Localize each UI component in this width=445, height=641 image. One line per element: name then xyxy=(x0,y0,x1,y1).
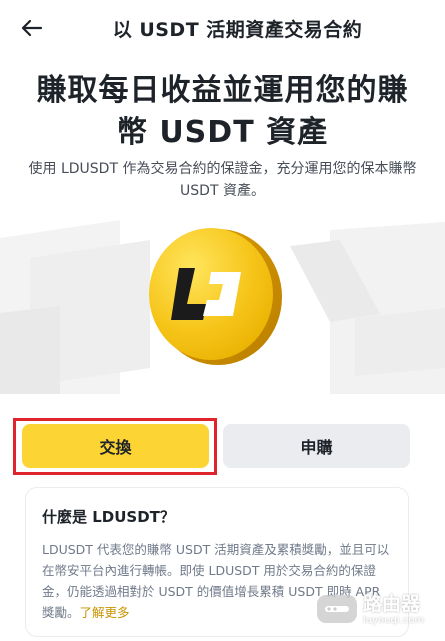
subtitle: 使用 LDUSDT 作為交易合約的保證金，充分運用您的保本賺幣 USDT 資產。 xyxy=(28,161,417,199)
learn-more-link[interactable]: 了解更多 xyxy=(80,605,130,620)
router-logo-icon xyxy=(317,595,357,623)
hero-illustration xyxy=(0,218,445,394)
info-title: 什麼是 LDUSDT？ xyxy=(42,508,175,526)
headline: 賺取每日收益並運用您的賺 幣 USDT 資產 xyxy=(20,70,425,154)
watermark-url: luyouqi.com xyxy=(363,614,425,626)
header: 以 USDT 活期資產交易合約 xyxy=(0,0,445,58)
watermark-name: 路由器 xyxy=(363,592,421,615)
swap-button[interactable]: 交換 xyxy=(22,424,209,468)
watermark: 路由器 luyouqi.com xyxy=(315,585,441,633)
page-title: 以 USDT 活期資產交易合約 xyxy=(112,19,363,41)
ldusdt-coin-icon xyxy=(149,228,282,365)
page: 以 USDT 活期資產交易合約 賺取每日收益並運用您的賺 幣 USDT 資產 使… xyxy=(0,0,445,641)
headline-line-1: 賺取每日收益並運用您的賺 xyxy=(36,73,409,108)
arrow-left-icon xyxy=(21,19,43,37)
subscribe-button[interactable]: 申購 xyxy=(223,424,410,468)
headline-line-2: 幣 USDT 資產 xyxy=(116,115,329,150)
back-button[interactable] xyxy=(18,14,46,42)
